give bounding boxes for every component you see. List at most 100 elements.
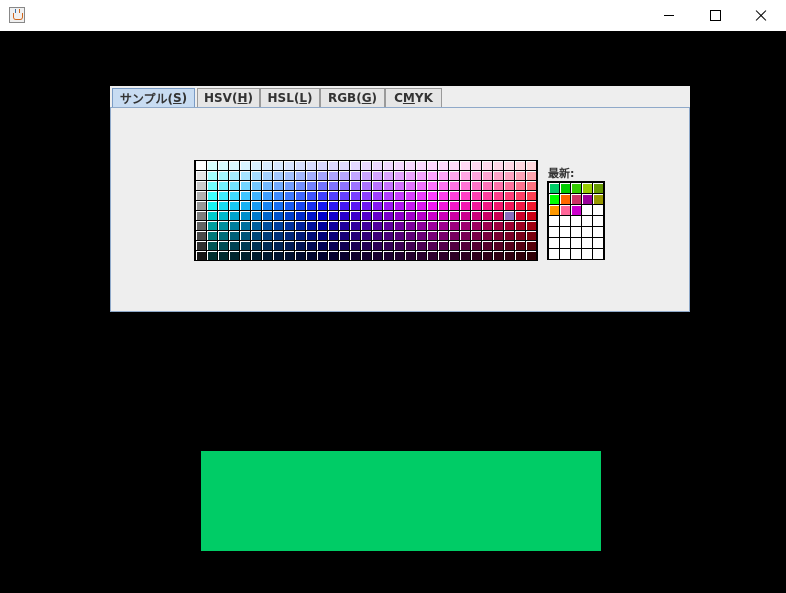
swatch[interactable] [339, 251, 349, 260]
swatch[interactable] [515, 171, 525, 180]
recent-swatch[interactable] [560, 249, 570, 259]
swatch[interactable] [229, 171, 239, 180]
swatch[interactable] [350, 201, 360, 210]
swatch[interactable] [361, 231, 371, 240]
swatch[interactable] [405, 191, 415, 200]
swatch[interactable] [471, 221, 481, 230]
swatch[interactable] [449, 241, 459, 250]
minimize-button[interactable] [646, 0, 692, 31]
swatch[interactable] [383, 241, 393, 250]
recent-swatch[interactable] [571, 205, 581, 215]
recent-swatch-grid[interactable] [547, 181, 605, 260]
swatch[interactable] [350, 161, 360, 170]
swatch[interactable] [317, 231, 327, 240]
swatch[interactable] [317, 221, 327, 230]
swatch[interactable] [460, 161, 470, 170]
swatch[interactable] [284, 181, 294, 190]
swatch[interactable] [438, 201, 448, 210]
recent-swatch[interactable] [549, 238, 559, 248]
swatch[interactable] [295, 161, 305, 170]
swatch[interactable] [482, 251, 492, 260]
swatch[interactable] [493, 241, 503, 250]
swatch[interactable] [372, 171, 382, 180]
swatch[interactable] [361, 171, 371, 180]
swatch[interactable] [262, 231, 272, 240]
swatch[interactable] [284, 231, 294, 240]
swatch[interactable] [383, 231, 393, 240]
swatch[interactable] [350, 231, 360, 240]
swatch[interactable] [449, 161, 459, 170]
swatch[interactable] [317, 211, 327, 220]
swatch[interactable] [504, 231, 514, 240]
swatch[interactable] [460, 231, 470, 240]
swatch[interactable] [350, 171, 360, 180]
swatch[interactable] [240, 241, 250, 250]
swatch[interactable] [196, 201, 206, 210]
swatch[interactable] [493, 251, 503, 260]
swatch[interactable] [317, 191, 327, 200]
swatch[interactable] [262, 201, 272, 210]
swatch[interactable] [196, 181, 206, 190]
swatch[interactable] [295, 241, 305, 250]
swatch[interactable] [504, 171, 514, 180]
swatch[interactable] [240, 211, 250, 220]
swatch[interactable] [482, 171, 492, 180]
swatch[interactable] [273, 191, 283, 200]
recent-swatch[interactable] [571, 183, 581, 193]
swatch[interactable] [438, 171, 448, 180]
swatch[interactable] [273, 171, 283, 180]
swatch-grid[interactable] [194, 160, 538, 261]
swatch[interactable] [438, 191, 448, 200]
swatch[interactable] [339, 221, 349, 230]
swatch[interactable] [196, 241, 206, 250]
swatch[interactable] [372, 181, 382, 190]
swatch[interactable] [504, 251, 514, 260]
swatch[interactable] [284, 171, 294, 180]
swatch[interactable] [449, 191, 459, 200]
swatch[interactable] [493, 161, 503, 170]
recent-swatch[interactable] [560, 216, 570, 226]
swatch[interactable] [262, 241, 272, 250]
swatch[interactable] [240, 181, 250, 190]
swatch[interactable] [295, 201, 305, 210]
swatch[interactable] [218, 231, 228, 240]
swatch[interactable] [207, 251, 217, 260]
swatch[interactable] [295, 191, 305, 200]
swatch[interactable] [482, 161, 492, 170]
swatch[interactable] [262, 211, 272, 220]
tab-swatches[interactable]: サンプル(S) [112, 88, 195, 107]
swatch[interactable] [515, 201, 525, 210]
recent-swatch[interactable] [571, 194, 581, 204]
swatch[interactable] [284, 241, 294, 250]
swatch[interactable] [504, 181, 514, 190]
swatch[interactable] [383, 211, 393, 220]
swatch[interactable] [493, 181, 503, 190]
swatch[interactable] [383, 201, 393, 210]
swatch[interactable] [372, 191, 382, 200]
swatch[interactable] [482, 211, 492, 220]
swatch[interactable] [229, 201, 239, 210]
swatch[interactable] [306, 161, 316, 170]
swatch[interactable] [273, 251, 283, 260]
swatch[interactable] [317, 161, 327, 170]
swatch[interactable] [471, 181, 481, 190]
swatch[interactable] [482, 231, 492, 240]
recent-swatch[interactable] [549, 205, 559, 215]
swatch[interactable] [306, 171, 316, 180]
swatch[interactable] [262, 221, 272, 230]
swatch[interactable] [306, 241, 316, 250]
swatch[interactable] [372, 251, 382, 260]
swatch[interactable] [251, 241, 261, 250]
swatch[interactable] [394, 241, 404, 250]
swatch[interactable] [339, 201, 349, 210]
recent-swatch[interactable] [549, 227, 559, 237]
swatch[interactable] [317, 251, 327, 260]
swatch[interactable] [251, 251, 261, 260]
swatch[interactable] [295, 231, 305, 240]
swatch[interactable] [493, 201, 503, 210]
swatch[interactable] [339, 161, 349, 170]
swatch[interactable] [328, 241, 338, 250]
swatch[interactable] [207, 211, 217, 220]
swatch[interactable] [405, 211, 415, 220]
swatch[interactable] [482, 201, 492, 210]
